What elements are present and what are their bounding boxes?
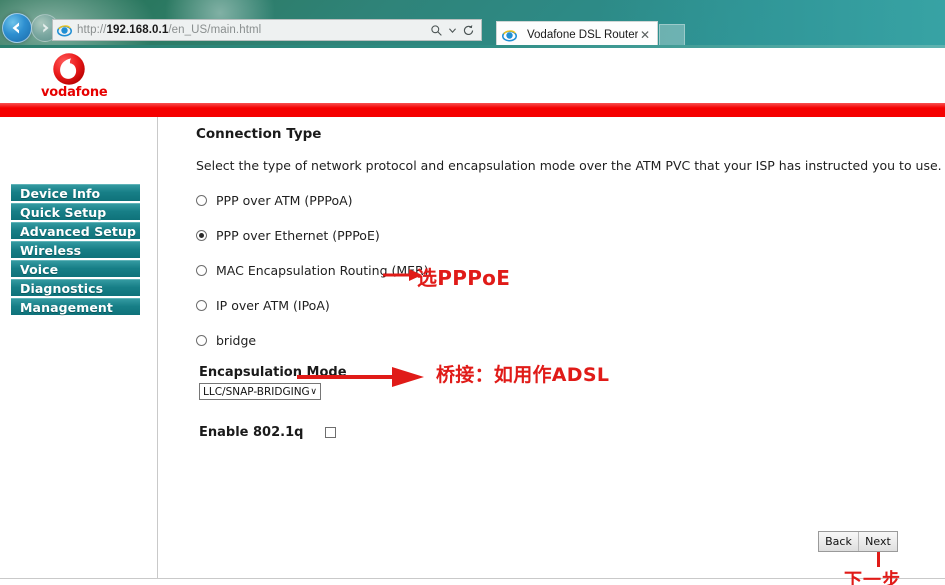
annotation-next-step-text: 下一步 — [844, 570, 901, 585]
brand-header: vodafone — [0, 48, 945, 103]
next-button[interactable]: Next — [858, 532, 897, 551]
radio-row-bridge[interactable]: bridge — [196, 329, 945, 351]
arrow-right-icon — [43, 23, 49, 33]
footer-divider — [0, 578, 945, 579]
sidebar-divider — [157, 117, 158, 578]
address-bar[interactable]: http://192.168.0.1/en_US/main.html — [52, 19, 482, 41]
enable-8021q-label: Enable 802.1q — [199, 425, 304, 440]
sidebar-item-label: Management — [20, 299, 114, 315]
connection-type-radio-group: PPP over ATM (PPPoA) PPP over Ethernet (… — [196, 189, 945, 351]
radio-pppoa[interactable] — [196, 194, 207, 206]
url-path: /en_US/main.html — [168, 24, 262, 36]
sidebar-item-wireless[interactable]: Wireless — [11, 241, 140, 258]
radio-row-pppoe[interactable]: PPP over Ethernet (PPPoE) — [196, 224, 945, 246]
brand-red-bar — [0, 103, 945, 117]
vodafone-logo-icon — [53, 53, 85, 85]
wizard-button-group: Back Next — [818, 531, 898, 552]
sidebar-item-device-info[interactable]: Device Info — [11, 184, 140, 201]
url-prefix: http:// — [77, 24, 107, 36]
address-bar-url: http://192.168.0.1/en_US/main.html — [77, 24, 261, 36]
sidebar-item-label: Diagnostics — [20, 280, 104, 296]
annotation-line-next-step — [877, 552, 880, 567]
radio-label-pppoe[interactable]: PPP over Ethernet (PPPoE) — [216, 228, 380, 243]
vodafone-logo: vodafone — [41, 52, 108, 100]
sidebar-item-quick-setup[interactable]: Quick Setup — [11, 203, 140, 220]
sidebar-item-voice[interactable]: Voice — [11, 260, 140, 277]
browser-tab[interactable]: Vodafone DSL Router ✕ — [496, 21, 658, 48]
annotation-pppoe-text: 选PPPoE — [417, 266, 511, 290]
sidebar-item-label: Voice — [20, 261, 59, 277]
refresh-icon[interactable] — [462, 24, 475, 37]
sidebar-item-advanced-setup[interactable]: Advanced Setup — [11, 222, 140, 239]
radio-label-ipoa[interactable]: IP over ATM (IPoA) — [216, 298, 330, 313]
ie-favicon-icon — [502, 29, 517, 42]
browser-tab-title: Vodafone DSL Router — [527, 29, 638, 41]
radio-row-ipoa[interactable]: IP over ATM (IPoA) — [196, 294, 945, 316]
radio-bridge[interactable] — [196, 334, 207, 346]
enable-8021q-row: Enable 802.1q — [199, 425, 945, 440]
ie-favicon-icon — [57, 24, 72, 37]
radio-label-pppoa[interactable]: PPP over ATM (PPPoA) — [216, 193, 353, 208]
annotation-bridge-text: 桥接：如用作ADSL — [436, 364, 610, 386]
sidebar-item-label: Quick Setup — [20, 204, 107, 220]
vodafone-wordmark: vodafone — [41, 85, 108, 100]
radio-row-pppoa[interactable]: PPP over ATM (PPPoA) — [196, 189, 945, 211]
sidebar-item-label: Advanced Setup — [20, 223, 136, 239]
radio-mer[interactable] — [196, 264, 207, 276]
radio-label-bridge[interactable]: bridge — [216, 333, 256, 348]
address-bar-tools — [430, 24, 477, 37]
sidebar-item-label: Wireless — [20, 242, 82, 258]
search-icon[interactable] — [430, 24, 443, 37]
page-title: Connection Type — [196, 126, 322, 142]
back-button[interactable]: Back — [819, 532, 858, 551]
encapsulation-mode-value: LLC/SNAP-BRIDGING — [203, 385, 310, 398]
browser-back-button[interactable] — [2, 13, 32, 43]
main-content: Connection Type Select the type of netwo… — [196, 126, 945, 440]
sidebar-menu: Device Info Quick Setup Advanced Setup W… — [11, 184, 140, 317]
enable-8021q-checkbox[interactable] — [325, 427, 337, 438]
url-host: 192.168.0.1 — [106, 24, 169, 36]
chevron-down-icon[interactable] — [449, 27, 456, 34]
sidebar-item-label: Device Info — [20, 185, 101, 201]
annotation-arrow-bridge-icon — [297, 367, 424, 387]
tab-close-icon[interactable]: ✕ — [638, 29, 652, 41]
router-page: vodafone Device Info Quick Setup Advance… — [0, 48, 945, 585]
radio-pppoe[interactable] — [196, 229, 207, 241]
radio-row-mer[interactable]: MAC Encapsulation Routing (MER) — [196, 259, 945, 281]
sidebar-item-management[interactable]: Management — [11, 298, 140, 315]
chevron-down-icon: ∨ — [310, 386, 317, 397]
browser-chrome: http://192.168.0.1/en_US/main.html Vodaf… — [0, 0, 945, 48]
radio-ipoa[interactable] — [196, 299, 207, 311]
arrow-left-icon — [12, 22, 19, 34]
red-bar-sheen — [0, 103, 945, 108]
sidebar-item-diagnostics[interactable]: Diagnostics — [11, 279, 140, 296]
page-description: Select the type of network protocol and … — [196, 158, 945, 173]
